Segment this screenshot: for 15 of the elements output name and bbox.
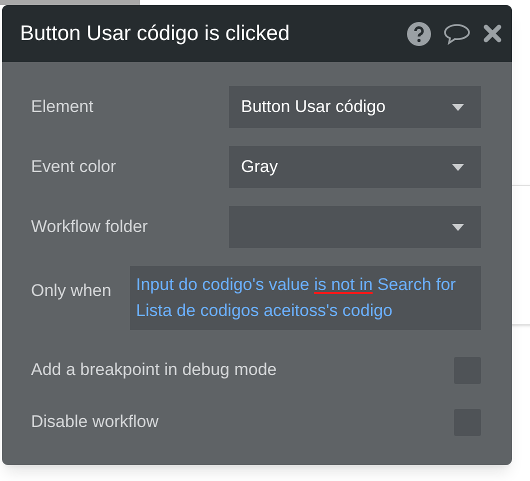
caret-icon — [452, 104, 464, 110]
field-label: Event color — [31, 156, 116, 178]
caret-icon — [452, 164, 464, 170]
help-icon[interactable] — [407, 22, 431, 46]
comment-icon[interactable] — [443, 22, 471, 44]
option-label: Add a breakpoint in debug mode — [31, 359, 277, 382]
dialog-title: Button Usar código is clicked — [20, 20, 291, 47]
dropdown[interactable]: Button Usar código — [229, 86, 481, 128]
field-label: Workflow folder — [31, 216, 148, 238]
option-label: Disable workflow — [31, 411, 159, 434]
field-label: Only when — [31, 280, 112, 302]
field-label: Element — [31, 96, 94, 118]
close-icon[interactable] — [483, 24, 502, 43]
dropdown[interactable]: Gray — [229, 146, 481, 188]
caret-icon — [452, 224, 464, 230]
